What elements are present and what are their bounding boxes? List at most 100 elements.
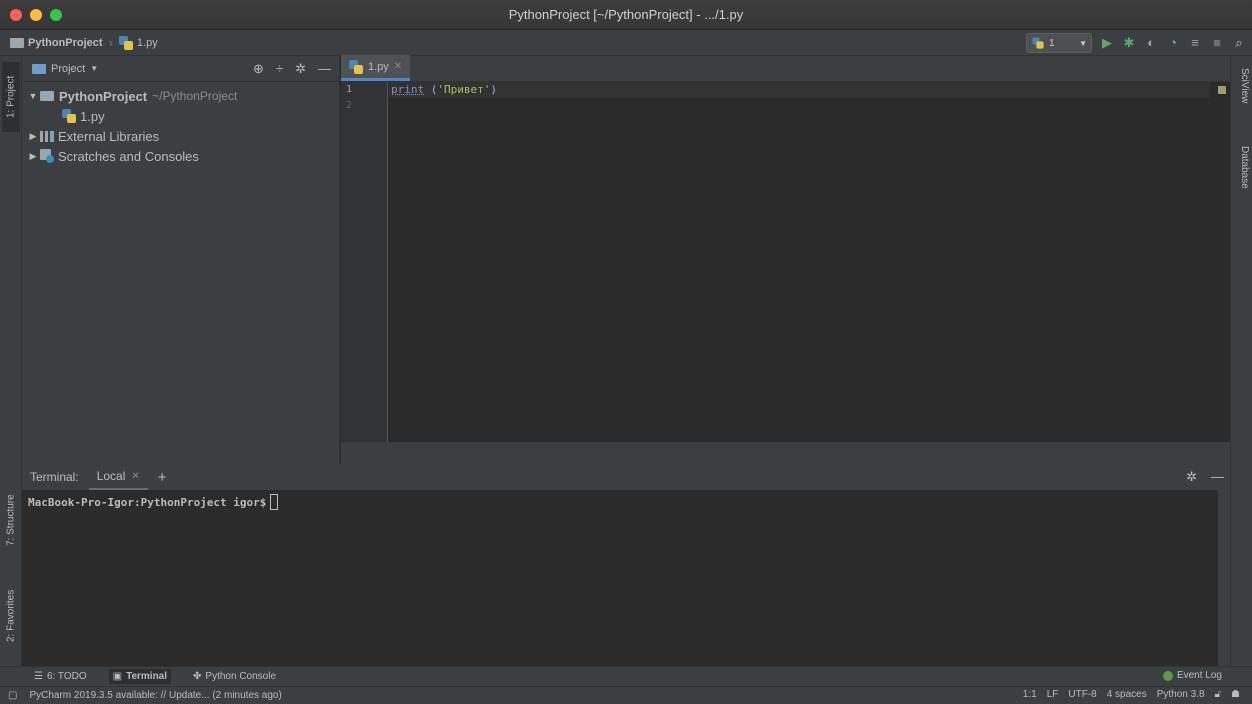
code-editor[interactable]: print ('Привет') (389, 82, 1210, 442)
structure-tool-label: 7: Structure (5, 494, 17, 546)
tree-file-name: 1.py (80, 108, 105, 124)
indent-setting[interactable]: 4 spaces (1107, 689, 1147, 700)
project-view-icon (32, 63, 46, 74)
new-terminal-icon[interactable]: + (158, 469, 167, 486)
line-number: 1 (346, 84, 353, 95)
project-tool-tab[interactable]: 1: Project (2, 62, 20, 132)
window-titlebar: PythonProject [~/PythonProject] - .../1.… (0, 0, 1252, 30)
breadcrumb-project-label: PythonProject (28, 36, 103, 49)
right-tool-stripe: SciView Database (1230, 56, 1252, 666)
database-tool-label: Database (1239, 146, 1250, 189)
collapsed-arrow-icon[interactable]: ▶ (26, 131, 40, 142)
project-panel: Project ▼ ⊕ ÷ ✲ — ▼ PythonProject ~/Pyth… (22, 56, 340, 464)
python-file-icon (118, 35, 133, 50)
event-log-label: Event Log (1176, 670, 1222, 681)
python-console-label: Python Console (205, 671, 277, 682)
navigation-bar: PythonProject › 1.py 1 ▼ ▶ ✱ ◐ ◔ ≡ ■ ⌕ (0, 30, 1252, 56)
editor-area: 1.py ✕ 1 2 print ('Привет') (341, 55, 1230, 464)
lock-icon[interactable]: 🔓︎ (1215, 689, 1221, 700)
root-folder-path: ~/PythonProject (152, 89, 238, 103)
line-number-gutter: 1 2 (341, 82, 388, 442)
debug-icon[interactable]: ✱ (1122, 36, 1136, 50)
breadcrumb-file[interactable]: 1.py (118, 35, 158, 50)
breadcrumb-project[interactable]: PythonProject (10, 37, 103, 49)
collapse-all-icon[interactable]: ÷ (276, 61, 283, 77)
expanded-arrow-icon[interactable]: ▼ (26, 91, 40, 101)
tree-item-scratches[interactable]: ▶ Scratches and Consoles (22, 146, 339, 166)
search-icon[interactable]: ⌕ (1232, 36, 1246, 50)
terminal-tool-button[interactable]: ▣ Terminal (108, 669, 172, 684)
event-log-icon (1162, 670, 1173, 681)
close-window-button[interactable] (10, 9, 22, 21)
python-icon (1032, 37, 1044, 49)
database-tool-tab[interactable]: Database (1232, 146, 1250, 189)
project-tree: ▼ PythonProject ~/PythonProject 1.py ▶ E… (22, 82, 339, 166)
terminal-scrollbar[interactable] (1218, 490, 1230, 666)
folder-icon (10, 37, 24, 48)
status-toggle-icon[interactable]: ▢ (8, 690, 17, 701)
sciview-tool-tab[interactable]: SciView (1232, 68, 1250, 103)
inspector-icon[interactable]: ☗ (1231, 689, 1240, 700)
profile-icon[interactable]: ◔ (1166, 36, 1180, 50)
external-libraries-label: External Libraries (58, 128, 160, 144)
run-configuration-select[interactable]: 1 ▼ (1026, 33, 1092, 53)
collapsed-arrow-icon[interactable]: ▶ (26, 151, 40, 162)
gear-icon[interactable]: ✲ (295, 61, 306, 77)
locate-file-icon[interactable]: ⊕ (253, 61, 264, 77)
favorites-tool-tab[interactable]: 2: Favorites (2, 576, 20, 656)
favorites-tool-label: 2: Favorites (5, 589, 17, 643)
close-tab-icon[interactable]: ✕ (131, 471, 139, 482)
run-configuration-label: 1 (1049, 37, 1055, 49)
line-separator[interactable]: LF (1047, 689, 1059, 700)
python-file-icon (349, 59, 363, 74)
hide-panel-icon[interactable]: — (318, 61, 331, 77)
root-folder-name: PythonProject (59, 88, 148, 104)
terminal-label: Terminal: (30, 470, 79, 484)
terminal-tab-local[interactable]: Local ✕ (88, 464, 148, 490)
string-literal: 'Привет' (437, 83, 491, 96)
window-title: PythonProject [~/PythonProject] - .../1.… (508, 7, 744, 22)
editor-horizontal-scrollbar[interactable] (341, 442, 1230, 464)
python-console-icon: ✤ (193, 671, 202, 682)
file-encoding[interactable]: UTF-8 (1068, 689, 1096, 700)
python-file-icon (62, 109, 76, 123)
event-log-button[interactable]: Event Log (1162, 670, 1222, 681)
chevron-down-icon: ▼ (1079, 38, 1087, 48)
project-view-label: Project (51, 62, 86, 75)
code-line[interactable]: print ('Привет') (389, 82, 1210, 98)
tree-item-root[interactable]: ▼ PythonProject ~/PythonProject (22, 86, 339, 106)
stop-icon[interactable]: ■ (1210, 36, 1224, 50)
close-tab-icon[interactable]: ✕ (394, 61, 402, 72)
editor-tab-1py[interactable]: 1.py ✕ (341, 55, 411, 81)
editor-tab-label: 1.py (368, 60, 389, 73)
terminal-tool-label: Terminal (126, 671, 168, 682)
chevron-down-icon: ▼ (90, 64, 99, 73)
inspection-marker-icon[interactable] (1218, 86, 1226, 94)
editor-tab-bar: 1.py ✕ (341, 55, 1230, 82)
run-icon[interactable]: ▶ (1100, 36, 1114, 50)
python-console-tool-button[interactable]: ✤ Python Console (193, 671, 276, 682)
terminal-output[interactable]: MacBook-Pro-Igor:PythonProject igor$ (22, 490, 1230, 514)
builtin-print: print (391, 83, 425, 96)
todo-tool-button[interactable]: ☰ 6: TODO (34, 671, 87, 682)
gear-icon[interactable]: ✲ (1186, 469, 1197, 485)
hide-panel-icon[interactable]: — (1211, 469, 1224, 485)
project-panel-header: Project ▼ ⊕ ÷ ✲ — (22, 56, 339, 82)
terminal-panel: Terminal: Local ✕ + ✲ — MacBook-Pro-Igor… (22, 464, 1230, 666)
structure-tool-tab[interactable]: 7: Structure (2, 480, 20, 560)
run-with-coverage-icon[interactable]: ◐ (1144, 36, 1158, 50)
zoom-window-button[interactable] (50, 9, 62, 21)
python-interpreter[interactable]: Python 3.8 (1157, 689, 1205, 700)
line-number: 2 (346, 100, 353, 111)
terminal-tab-label: Local (96, 469, 126, 483)
folder-icon (40, 91, 54, 101)
minimize-window-button[interactable] (30, 9, 42, 21)
concurrency-diagram-icon[interactable]: ≡ (1188, 36, 1202, 50)
caret-position[interactable]: 1:1 (1023, 689, 1037, 700)
window-controls (10, 9, 62, 21)
code-line[interactable] (389, 98, 1210, 114)
tree-item-external-libraries[interactable]: ▶ External Libraries (22, 126, 339, 146)
project-view-select[interactable]: Project ▼ (32, 63, 98, 75)
tree-item-file[interactable]: 1.py (22, 106, 339, 126)
status-message[interactable]: PyCharm 2019.3.5 available: // Update...… (29, 690, 281, 701)
